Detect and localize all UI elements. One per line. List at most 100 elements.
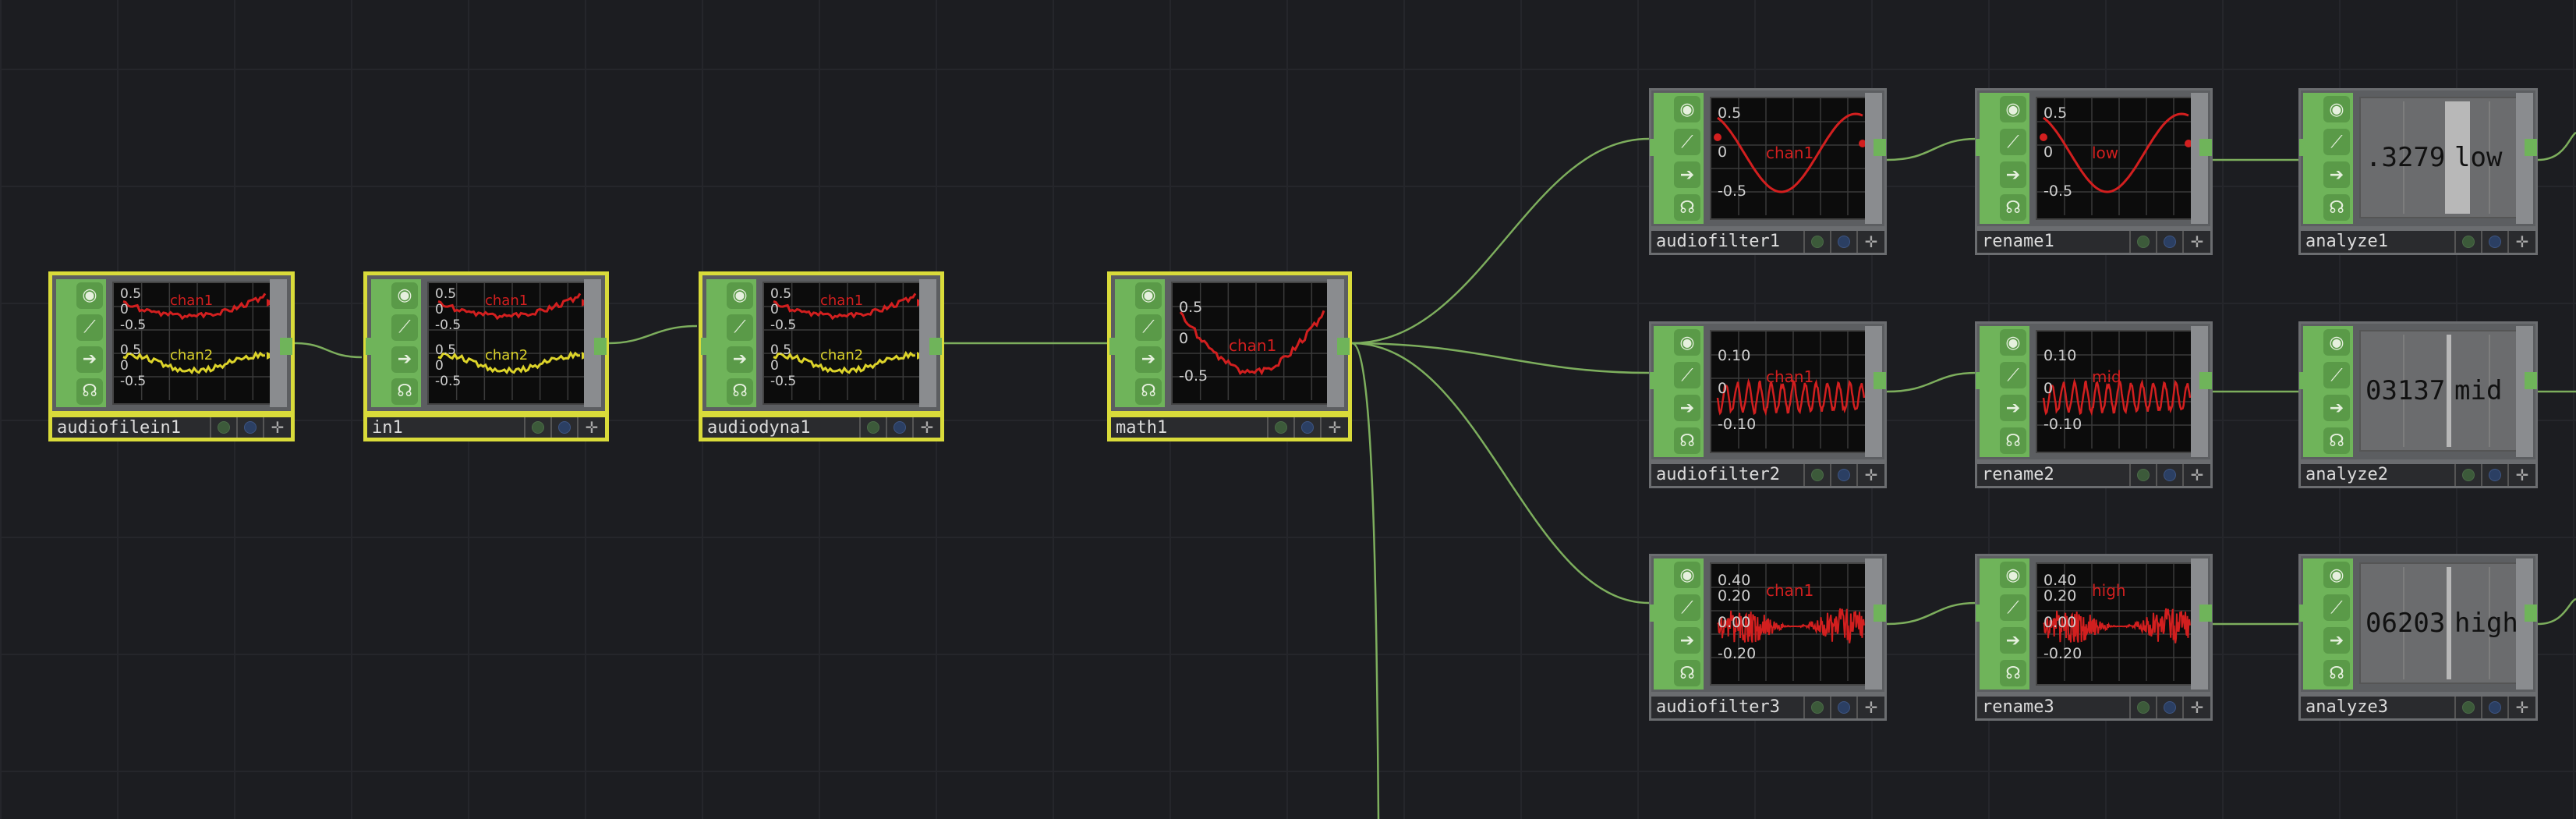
analyze3-value-viewer[interactable]: 06203 high: [2359, 562, 2526, 684]
viewer-expand-icon[interactable]: ✛: [1322, 417, 1348, 438]
in1-name-label[interactable]: in1: [367, 417, 525, 438]
display-dot-icon[interactable]: [2157, 231, 2184, 253]
viewer-toggle-icon[interactable]: ◉: [76, 282, 103, 309]
cook-icon[interactable]: ⟋: [2323, 594, 2350, 621]
rename3-body[interactable]: ◉ ⟋ ➔ ☊ 0.40 0.20 0.00 -0.20 high: [1975, 554, 2213, 694]
rename2-output-connector[interactable]: [2199, 372, 2212, 389]
viewer-expand-icon[interactable]: ✛: [2509, 697, 2535, 718]
bypass-dot-icon[interactable]: [2456, 464, 2482, 486]
rename1-output-connector[interactable]: [2199, 139, 2212, 156]
viewer-toggle-icon[interactable]: ◉: [2000, 329, 2026, 356]
analyze3-body[interactable]: ◉ ⟋ ➔ ☊ 06203 high: [2298, 554, 2538, 694]
bypass-dot-icon[interactable]: [2456, 231, 2482, 253]
rename2-body[interactable]: ◉ ⟋ ➔ ☊ 0.10 0 -0.10 mid: [1975, 321, 2213, 462]
analyze2-output-connector[interactable]: [2525, 372, 2537, 389]
display-dot-icon[interactable]: [2157, 464, 2184, 486]
lock-icon[interactable]: ☊: [2323, 660, 2350, 686]
display-dot-icon[interactable]: [1831, 464, 1858, 486]
analyze3-input-connector[interactable]: [2299, 604, 2312, 622]
cook-icon[interactable]: ⟋: [2000, 129, 2026, 155]
audiofilter3-viewer[interactable]: 0.40 0.20 0.00 -0.20 chan1: [1710, 562, 1877, 686]
export-icon[interactable]: ➔: [2323, 395, 2350, 421]
rename3-output-connector[interactable]: [2199, 604, 2212, 622]
lock-icon[interactable]: ☊: [1674, 194, 1700, 221]
bypass-dot-icon[interactable]: [2456, 697, 2482, 718]
audiofilter2-input-connector[interactable]: [1650, 372, 1662, 389]
audiofilein1-viewer[interactable]: 0.5 0 -0.5 0.5 0 -0.5 chan1 chan2: [112, 282, 282, 405]
bypass-dot-icon[interactable]: [861, 417, 887, 438]
export-icon[interactable]: ➔: [727, 346, 753, 373]
node-analyze2[interactable]: ◉ ⟋ ➔ ☊ 03137 mid analyze2 ✛: [2298, 321, 2538, 488]
display-dot-icon[interactable]: [887, 417, 914, 438]
audiofilter3-name-label[interactable]: audiofilter3: [1651, 697, 1805, 718]
display-dot-icon[interactable]: [552, 417, 579, 438]
display-dot-icon[interactable]: [1831, 231, 1858, 253]
audiodyna1-input-connector[interactable]: [701, 338, 713, 355]
node-rename2[interactable]: ◉ ⟋ ➔ ☊ 0.10 0 -0.10 mid rename2 ✛: [1975, 321, 2213, 488]
viewer-expand-icon[interactable]: ✛: [579, 417, 605, 438]
audiofilter1-input-connector[interactable]: [1650, 139, 1662, 156]
viewer-toggle-icon[interactable]: ◉: [2000, 562, 2026, 588]
viewer-toggle-icon[interactable]: ◉: [1674, 562, 1700, 588]
export-icon[interactable]: ➔: [2000, 627, 2026, 654]
math1-input-connector[interactable]: [1109, 338, 1122, 355]
export-icon[interactable]: ➔: [2323, 627, 2350, 654]
rename3-input-connector[interactable]: [1976, 604, 1988, 622]
lock-icon[interactable]: ☊: [1674, 660, 1700, 686]
cook-icon[interactable]: ⟋: [1674, 594, 1700, 621]
rename3-viewer[interactable]: 0.40 0.20 0.00 -0.20 high: [2036, 562, 2203, 686]
viewer-toggle-icon[interactable]: ◉: [1674, 329, 1700, 356]
export-icon[interactable]: ➔: [2323, 161, 2350, 188]
node-audiodyna1[interactable]: ◉ ⟋ ➔ ☊ 0.5 0 -0.5 0.5 0 -0.5 chan1 chan2 audiodyna1…: [699, 271, 944, 441]
bypass-dot-icon[interactable]: [1269, 417, 1295, 438]
audiofilter2-output-connector[interactable]: [1874, 372, 1886, 389]
rename1-name-label[interactable]: rename1: [1977, 231, 2131, 253]
viewer-expand-icon[interactable]: ✛: [2184, 697, 2210, 718]
node-math1[interactable]: ◉ ⟋ ➔ ☊ 0.5 0 -0.5 chan1 math1 ✛: [1107, 271, 1352, 441]
viewer-expand-icon[interactable]: ✛: [264, 417, 291, 438]
in1-output-connector[interactable]: [594, 338, 607, 355]
viewer-expand-icon[interactable]: ✛: [914, 417, 940, 438]
export-icon[interactable]: ➔: [2000, 395, 2026, 421]
bypass-dot-icon[interactable]: [1805, 697, 1831, 718]
node-in1[interactable]: ◉ ⟋ ➔ ☊ 0.5 0 -0.5 0.5 0 -0.5 chan1 chan2 in1 ✛: [363, 271, 609, 441]
cook-icon[interactable]: ⟋: [2323, 129, 2350, 155]
math1-name-label[interactable]: math1: [1111, 417, 1269, 438]
lock-icon[interactable]: ☊: [76, 378, 103, 405]
viewer-toggle-icon[interactable]: ◉: [727, 282, 753, 309]
export-icon[interactable]: ➔: [391, 346, 418, 373]
analyze2-body[interactable]: ◉ ⟋ ➔ ☊ 03137 mid: [2298, 321, 2538, 462]
audiofilter3-output-connector[interactable]: [1874, 604, 1886, 622]
display-dot-icon[interactable]: [238, 417, 264, 438]
cook-icon[interactable]: ⟋: [1674, 129, 1700, 155]
in1-viewer[interactable]: 0.5 0 -0.5 0.5 0 -0.5 chan1 chan2: [427, 282, 597, 405]
audiodyna1-body[interactable]: ◉ ⟋ ➔ ☊ 0.5 0 -0.5 0.5 0 -0.5 chan1 chan2: [699, 271, 944, 415]
cook-icon[interactable]: ⟋: [1135, 314, 1162, 341]
cook-icon[interactable]: ⟋: [727, 314, 753, 341]
viewer-expand-icon[interactable]: ✛: [1858, 697, 1884, 718]
lock-icon[interactable]: ☊: [2323, 194, 2350, 221]
export-icon[interactable]: ➔: [2000, 161, 2026, 188]
export-icon[interactable]: ➔: [1674, 627, 1700, 654]
bypass-dot-icon[interactable]: [2131, 464, 2157, 486]
audiofilter1-body[interactable]: ◉ ⟋ ➔ ☊ 0.5 0 -0.5 chan1: [1649, 88, 1887, 229]
analyze3-output-connector[interactable]: [2525, 604, 2537, 622]
audiofilein1-output-connector[interactable]: [280, 338, 292, 355]
lock-icon[interactable]: ☊: [1135, 378, 1162, 405]
rename1-input-connector[interactable]: [1976, 139, 1988, 156]
lock-icon[interactable]: ☊: [1674, 427, 1700, 454]
in1-input-connector[interactable]: [366, 338, 378, 355]
display-dot-icon[interactable]: [2482, 464, 2509, 486]
node-audiofilter2[interactable]: ◉ ⟋ ➔ ☊ 0.10 0 -0.10 chan1 audiofilter2 ✛: [1649, 321, 1887, 488]
node-rename3[interactable]: ◉ ⟋ ➔ ☊ 0.40 0.20 0.00 -0.20 high rename3 ✛: [1975, 554, 2213, 721]
audiofilter3-body[interactable]: ◉ ⟋ ➔ ☊ 0.40 0.20 0.00 -0.20 chan1: [1649, 554, 1887, 694]
display-dot-icon[interactable]: [2482, 231, 2509, 253]
rename3-name-label[interactable]: rename3: [1977, 697, 2131, 718]
viewer-toggle-icon[interactable]: ◉: [1674, 96, 1700, 122]
in1-body[interactable]: ◉ ⟋ ➔ ☊ 0.5 0 -0.5 0.5 0 -0.5 chan1 chan2: [363, 271, 609, 415]
lock-icon[interactable]: ☊: [2000, 194, 2026, 221]
lock-icon[interactable]: ☊: [727, 378, 753, 405]
audiofilter2-viewer[interactable]: 0.10 0 -0.10 chan1: [1710, 330, 1877, 453]
analyze1-name-label[interactable]: analyze1: [2301, 231, 2456, 253]
node-audiofilter1[interactable]: ◉ ⟋ ➔ ☊ 0.5 0 -0.5 chan1 audiofilter1 ✛: [1649, 88, 1887, 255]
